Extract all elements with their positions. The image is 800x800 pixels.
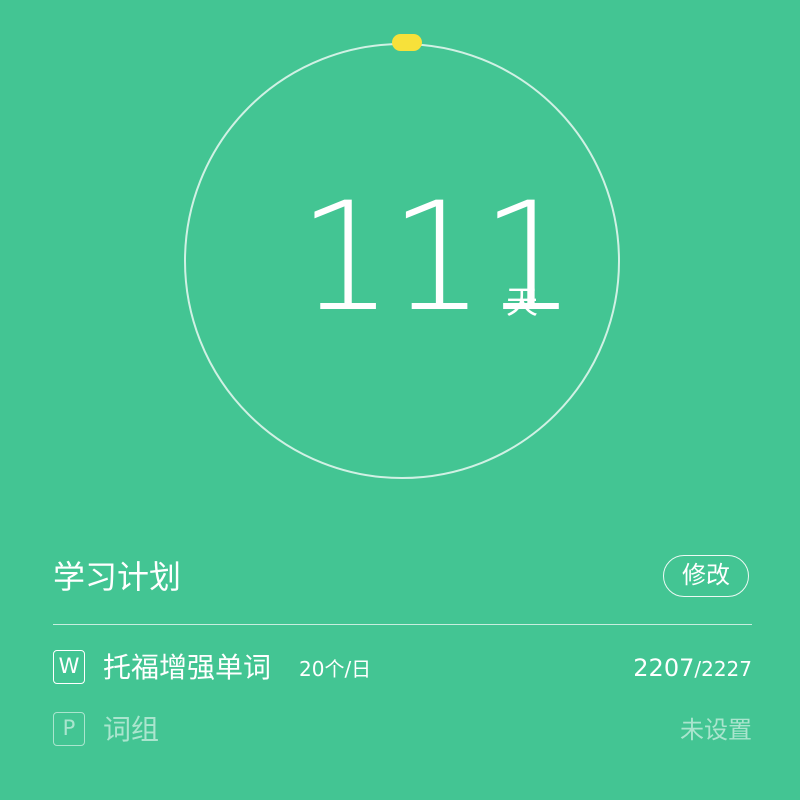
phrase-status: 未设置	[680, 716, 752, 744]
word-progress: 2207/2227	[633, 648, 752, 689]
phrase-name: 词组	[103, 713, 160, 746]
plan-title: 学习计划	[53, 558, 182, 596]
learned-count: 2207	[633, 654, 695, 682]
word-badge-icon: W	[53, 650, 85, 684]
days-unit: 天	[506, 283, 539, 321]
divider	[53, 624, 752, 625]
plan-item-word-book[interactable]: W 托福增强单词 20个/日 2207/2227	[53, 648, 752, 688]
daily-rate: 20个/日	[299, 657, 372, 681]
progress-ring-marker	[392, 34, 422, 51]
total-count: /2227	[694, 657, 752, 681]
phrase-badge-icon: P	[53, 712, 85, 746]
edit-plan-button[interactable]: 修改	[663, 555, 749, 597]
plan-item-phrases[interactable]: P 词组 未设置	[53, 710, 752, 750]
word-book-name: 托福增强单词	[103, 651, 272, 684]
